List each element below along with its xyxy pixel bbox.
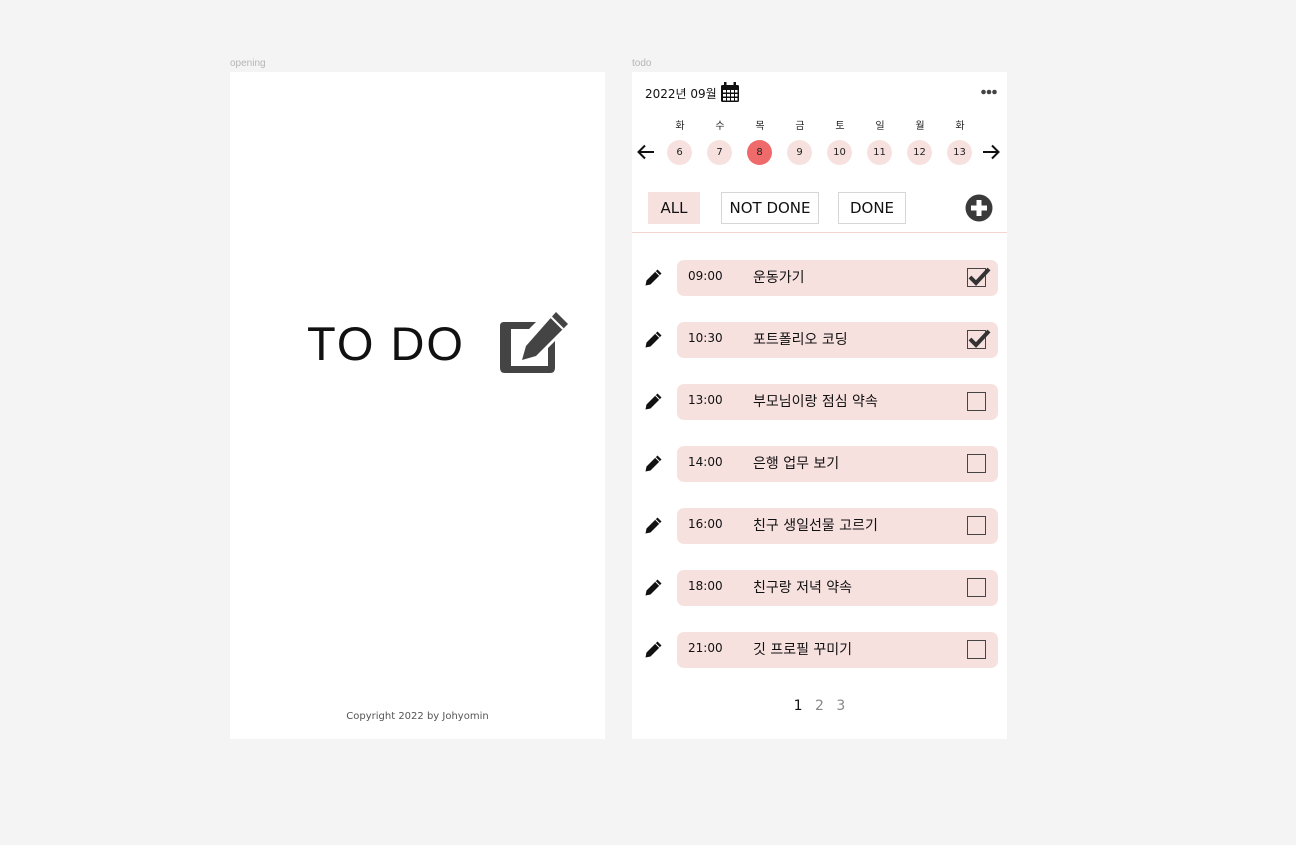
task-title: 포트폴리오 코딩 [753,332,848,348]
weekday-label: 일 [875,121,885,132]
frame-label-todo: todo [632,58,652,69]
weekday-label: 금 [795,121,805,132]
pencil-icon[interactable] [645,331,662,348]
task-title: 운동가기 [753,270,805,286]
task-checkbox[interactable] [967,392,986,411]
frame-label-opening: opening [230,58,266,69]
filter-all-button[interactable]: ALL [648,192,700,224]
weekday-label: 월 [915,121,925,132]
date-chip-selected[interactable]: 8 [747,140,772,165]
task-row: 14:00 은행 업무 보기 [632,446,1007,482]
task-item[interactable]: 18:00 친구랑 저녁 약속 [677,570,998,606]
task-row: 13:00 부모님이랑 점심 약속 [632,384,1007,420]
calendar-icon[interactable] [721,82,739,102]
task-time: 09:00 [688,269,723,283]
task-checkbox[interactable] [967,516,986,535]
date-chip[interactable]: 11 [867,140,892,165]
pencil-icon[interactable] [645,455,662,472]
arrow-right-icon[interactable] [982,144,1000,160]
weekday-label: 수 [715,121,725,132]
todo-screen: 2022년 09월 화 수 목 금 토 일 월 화 6 7 8 9 10 11 … [632,72,1007,739]
pagination: 1 2 3 [632,698,1007,714]
task-title: 친구랑 저녁 약속 [753,580,853,596]
task-row: 21:00 깃 프로필 꾸미기 [632,632,1007,668]
weekday-label: 목 [755,121,765,132]
task-item[interactable]: 13:00 부모님이랑 점심 약속 [677,384,998,420]
pencil-icon[interactable] [645,579,662,596]
page-link[interactable]: 2 [815,698,824,714]
task-time: 14:00 [688,455,723,469]
weekday-label: 화 [675,121,685,132]
edit-square-icon [500,312,568,373]
arrow-left-icon[interactable] [637,144,655,160]
task-checkbox-checked[interactable] [967,329,991,349]
task-checkbox-checked[interactable] [967,267,991,287]
checkmark-icon [968,267,991,286]
task-item[interactable]: 10:30 포트폴리오 코딩 [677,322,998,358]
app-title: TO DO [307,317,465,370]
task-row: 16:00 친구 생일선물 고르기 [632,508,1007,544]
page-link[interactable]: 3 [836,698,845,714]
date-chip[interactable]: 10 [827,140,852,165]
date-chip[interactable]: 9 [787,140,812,165]
task-title: 깃 프로필 꾸미기 [753,642,853,658]
task-row: 09:00 운동가기 [632,260,1007,296]
weekday-label: 화 [955,121,965,132]
task-item[interactable]: 21:00 깃 프로필 꾸미기 [677,632,998,668]
month-label: 2022년 09월 [645,87,717,101]
pencil-icon[interactable] [645,393,662,410]
task-title: 은행 업무 보기 [753,456,840,472]
task-item[interactable]: 16:00 친구 생일선물 고르기 [677,508,998,544]
date-chip[interactable]: 12 [907,140,932,165]
task-checkbox[interactable] [967,454,986,473]
task-title: 부모님이랑 점심 약속 [753,394,878,410]
task-time: 21:00 [688,641,723,655]
task-time: 18:00 [688,579,723,593]
pencil-icon[interactable] [645,269,662,286]
task-title: 친구 생일선물 고르기 [753,518,878,534]
add-circle-icon[interactable] [965,194,993,222]
pencil-icon[interactable] [645,517,662,534]
task-row: 18:00 친구랑 저녁 약속 [632,570,1007,606]
opening-screen: TO DO Copyright 2022 by Johyomin [230,72,605,739]
header-divider [632,232,1007,233]
date-chip[interactable]: 7 [707,140,732,165]
more-horizontal-icon[interactable] [981,87,997,97]
task-item[interactable]: 14:00 은행 업무 보기 [677,446,998,482]
task-row: 10:30 포트폴리오 코딩 [632,322,1007,358]
date-chip[interactable]: 6 [667,140,692,165]
copyright-text: Copyright 2022 by Johyomin [346,711,489,722]
task-item[interactable]: 09:00 운동가기 [677,260,998,296]
task-time: 13:00 [688,393,723,407]
pencil-icon[interactable] [645,641,662,658]
task-checkbox[interactable] [967,578,986,597]
task-time: 10:30 [688,331,723,345]
filter-not-done-button[interactable]: NOT DONE [721,192,819,224]
date-chip[interactable]: 13 [947,140,972,165]
task-checkbox[interactable] [967,640,986,659]
checkmark-icon [968,329,991,348]
task-time: 16:00 [688,517,723,531]
filter-done-button[interactable]: DONE [838,192,906,224]
weekday-label: 토 [835,121,845,132]
page-link-current[interactable]: 1 [794,698,803,714]
